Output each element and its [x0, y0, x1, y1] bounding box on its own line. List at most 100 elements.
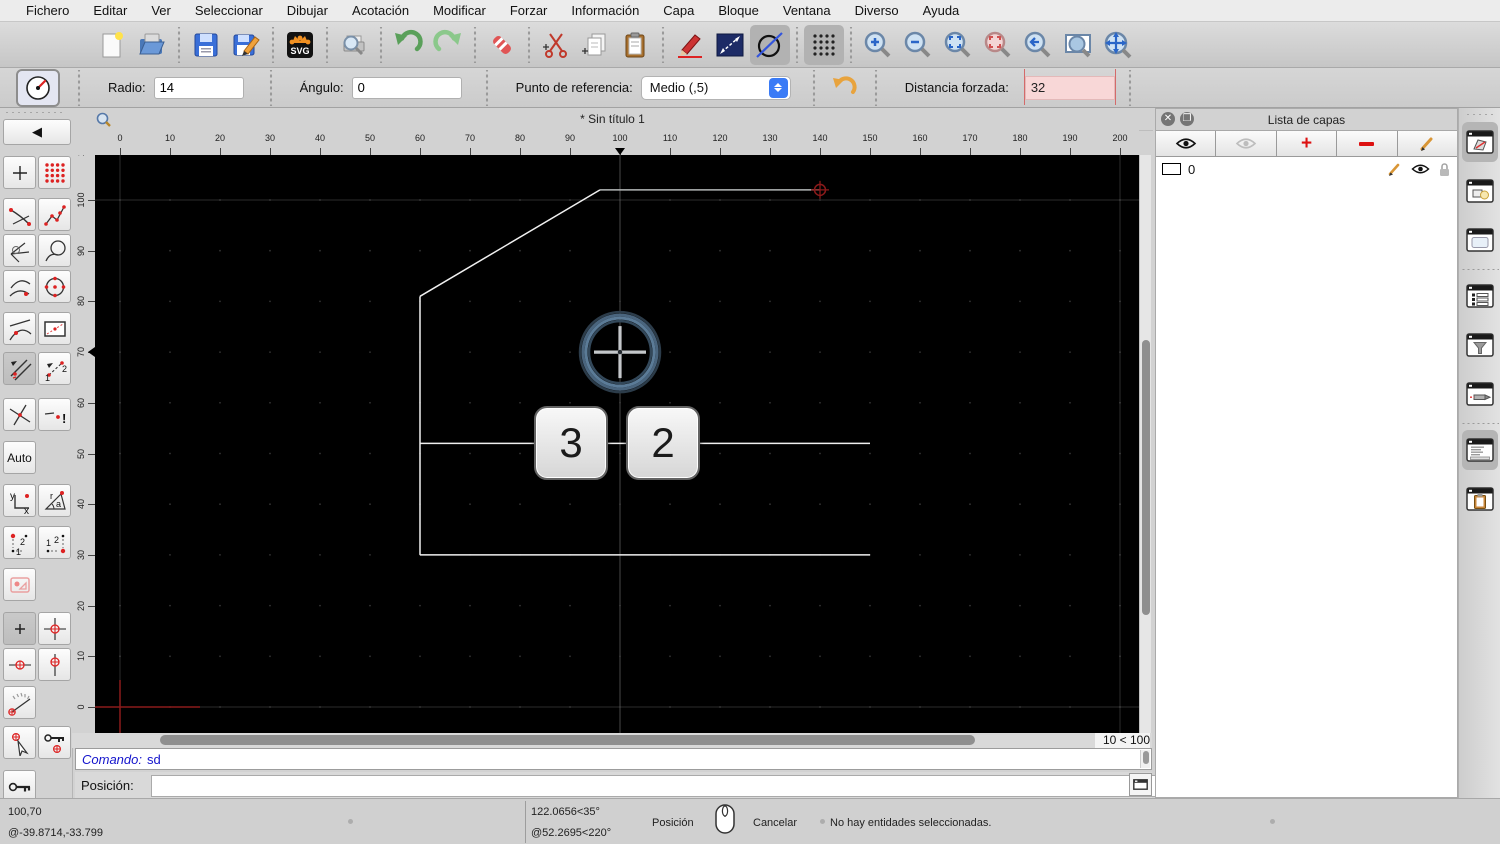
tool-arc-point[interactable] — [3, 270, 36, 303]
tool-snap-circle[interactable] — [38, 234, 71, 267]
draw-pencil-button[interactable] — [670, 25, 710, 65]
command-scrollbar[interactable] — [1140, 750, 1150, 768]
tool-rect-diagonal[interactable] — [38, 312, 71, 345]
canvas-horizontal-scrollbar[interactable]: 10 < 100 — [72, 733, 1152, 748]
horizontal-scroll-thumb[interactable] — [160, 735, 975, 745]
paste-button[interactable] — [616, 25, 656, 65]
menu-bloque[interactable]: Bloque — [706, 3, 770, 18]
palette-drag-handle[interactable] — [4, 111, 66, 114]
redo-button[interactable] — [428, 25, 468, 65]
preview-window-button[interactable] — [1462, 220, 1498, 260]
tool-spline[interactable] — [3, 198, 36, 231]
add-layer-button[interactable]: + — [1276, 131, 1338, 156]
menu-acotación[interactable]: Acotación — [340, 3, 421, 18]
tool-snap-pointer[interactable] — [3, 726, 36, 759]
dimension-style-button[interactable] — [710, 25, 750, 65]
menu-editar[interactable]: Editar — [81, 3, 139, 18]
save-button[interactable] — [186, 25, 226, 65]
edit-layer-button[interactable] — [1397, 131, 1458, 156]
tool-point[interactable] — [3, 156, 36, 189]
tool-line-warning[interactable]: ! — [38, 398, 71, 431]
dock-drag-handle[interactable] — [1465, 113, 1495, 116]
pen-window-button[interactable] — [1462, 374, 1498, 414]
position-input[interactable] — [151, 775, 1179, 797]
layer-row[interactable]: 0 — [1156, 157, 1457, 181]
menu-ver[interactable]: Ver — [139, 3, 183, 18]
tool-circle-center[interactable] — [38, 270, 71, 303]
circle-line-toggle-button[interactable] — [750, 24, 790, 65]
revert-button[interactable] — [825, 68, 865, 108]
menu-capa[interactable]: Capa — [651, 3, 706, 18]
copy-button[interactable] — [576, 25, 616, 65]
zoom-in-button[interactable] — [858, 25, 898, 65]
tool-tangent-arc[interactable] — [3, 312, 36, 345]
tool-snap-grid-point[interactable] — [38, 612, 71, 645]
tool-snap-free[interactable] — [3, 612, 36, 645]
menu-dibujar[interactable]: Dibujar — [275, 3, 340, 18]
menu-diverso[interactable]: Diverso — [843, 3, 911, 18]
save-as-button[interactable] — [226, 25, 266, 65]
forced-distance-input[interactable] — [1024, 75, 1115, 100]
reference-point-select[interactable]: Medio (,5) — [640, 75, 791, 100]
zoom-auto-button[interactable] — [938, 25, 978, 65]
menu-seleccionar[interactable]: Seleccionar — [183, 3, 275, 18]
menu-ventana[interactable]: Ventana — [771, 3, 843, 18]
layer-lock-icon[interactable] — [1438, 162, 1451, 177]
zoom-selection-button[interactable] — [978, 25, 1018, 65]
tool-corner-1-2-right[interactable]: 12 — [38, 526, 71, 559]
undo-button[interactable] — [388, 25, 428, 65]
list-window-button[interactable] — [1462, 276, 1498, 316]
menu-modificar[interactable]: Modificar — [421, 3, 498, 18]
tool-xy-coordinate[interactable]: yx — [3, 484, 36, 517]
tool-parallel-copy[interactable] — [3, 352, 36, 385]
tool-snap-tangent[interactable] — [3, 234, 36, 267]
tool-intersection[interactable] — [3, 398, 36, 431]
angle-gauge-toggle[interactable] — [16, 68, 60, 107]
filter-window-button[interactable] — [1462, 325, 1498, 365]
tool-auto-snap[interactable]: Auto — [3, 441, 36, 474]
tool-snap-horizontal[interactable] — [3, 648, 36, 681]
menu-información[interactable]: Información — [559, 3, 651, 18]
show-all-layers-button[interactable] — [1156, 131, 1217, 156]
tool-snap-angle-gauge[interactable] — [3, 686, 36, 719]
remove-layer-button[interactable] — [1337, 131, 1398, 156]
pan-button[interactable] — [1098, 25, 1138, 65]
zoom-window-button[interactable] — [1058, 25, 1098, 65]
tool-point-grid[interactable] — [38, 156, 71, 189]
tool-corner-1-2-left[interactable]: 12 — [3, 526, 36, 559]
clipboard-window-button[interactable] — [1462, 479, 1498, 519]
tool-snap-vertical[interactable] — [38, 648, 71, 681]
layer-edit-pencil-icon[interactable] — [1387, 161, 1403, 177]
canvas-vertical-scrollbar[interactable] — [1139, 155, 1151, 733]
grid-toggle-button[interactable] — [804, 24, 844, 65]
document-zoom-icon[interactable] — [96, 112, 111, 127]
layer-color-swatch[interactable] — [1162, 163, 1181, 175]
svg-export-button[interactable]: SVG — [280, 25, 320, 65]
drawing-canvas[interactable]: 3 2 — [95, 155, 1139, 733]
menu-fichero[interactable]: Fichero — [14, 3, 81, 18]
tool-radius-angle[interactable]: ra — [38, 484, 71, 517]
tool-polyline-points[interactable] — [38, 198, 71, 231]
zoom-out-button[interactable] — [898, 25, 938, 65]
print-preview-button[interactable] — [334, 25, 374, 65]
hide-all-layers-button[interactable] — [1216, 131, 1277, 156]
vertical-scroll-thumb[interactable] — [1142, 340, 1150, 615]
blocks-window-button[interactable] — [1462, 171, 1498, 211]
radius-input[interactable] — [153, 76, 244, 99]
menu-ayuda[interactable]: Ayuda — [911, 3, 972, 18]
angle-input[interactable] — [351, 76, 462, 99]
command-scroll-thumb[interactable] — [1143, 751, 1149, 764]
layer-visibility-eye-icon[interactable] — [1411, 163, 1430, 175]
eraser-button[interactable] — [482, 25, 522, 65]
tool-cam-shape[interactable] — [3, 568, 36, 601]
zoom-previous-button[interactable] — [1018, 25, 1058, 65]
layers-window-button[interactable] — [1462, 122, 1498, 162]
undock-panel-button[interactable]: ❐ — [1180, 112, 1194, 126]
command-window-button[interactable] — [1462, 430, 1498, 470]
cut-button[interactable] — [536, 25, 576, 65]
menu-forzar[interactable]: Forzar — [498, 3, 560, 18]
palette-back-button[interactable]: ◀ — [3, 119, 71, 145]
tool-two-point-sequence[interactable]: 12 — [38, 352, 71, 385]
command-history[interactable]: Comando: sd — [75, 748, 1152, 770]
tool-snap-lock[interactable] — [38, 726, 71, 759]
